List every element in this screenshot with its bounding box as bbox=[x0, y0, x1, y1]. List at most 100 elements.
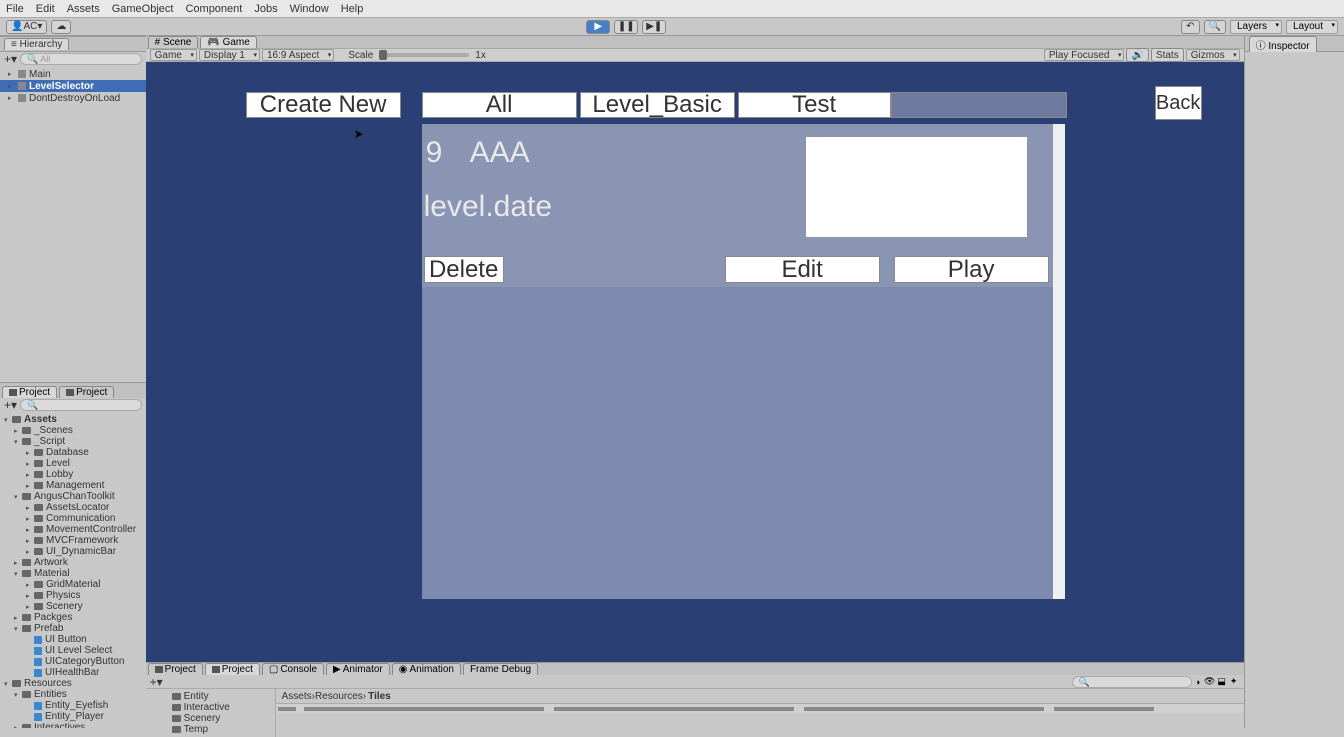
account-button[interactable]: 👤 AC ▾ bbox=[6, 20, 47, 34]
stats-button[interactable]: Stats bbox=[1151, 48, 1184, 62]
back-button[interactable]: Back bbox=[1155, 86, 1202, 120]
menu-component[interactable]: Component bbox=[185, 3, 242, 15]
tree-row[interactable]: UICategoryButton bbox=[0, 656, 146, 667]
tree-row[interactable]: ▸Artwork bbox=[0, 557, 146, 568]
hierarchy-search-input[interactable]: 🔍 All bbox=[20, 53, 142, 65]
menu-assets[interactable]: Assets bbox=[67, 3, 100, 15]
tree-row[interactable]: ▸Scenery bbox=[0, 601, 146, 612]
cloud-button[interactable]: ☁ bbox=[51, 20, 71, 34]
hierarchy-tab[interactable]: ≡ Hierarchy bbox=[4, 38, 69, 50]
project-tab-bottom-2[interactable]: Project bbox=[205, 663, 260, 675]
filter-all-tab[interactable]: All bbox=[422, 92, 577, 118]
tree-row[interactable]: ▸UI_DynamicBar bbox=[0, 546, 146, 557]
tree-row[interactable]: ▾Material bbox=[0, 568, 146, 579]
tree-row[interactable]: ▸Lobby bbox=[0, 469, 146, 480]
tree-row[interactable]: Temp bbox=[146, 724, 275, 735]
play-button[interactable]: ▶ bbox=[586, 20, 610, 34]
aspect-dropdown[interactable]: 16:9 Aspect bbox=[262, 49, 334, 61]
delete-level-button[interactable]: Delete bbox=[424, 256, 504, 283]
animator-tab[interactable]: ▶ Animator bbox=[326, 663, 390, 675]
step-button[interactable]: ▶❚ bbox=[642, 20, 666, 34]
tree-row[interactable]: Scenery bbox=[146, 713, 275, 724]
bottom-search-input[interactable]: 🔍 bbox=[1072, 676, 1192, 688]
level-list-scrollbar[interactable] bbox=[1053, 124, 1065, 599]
tree-row[interactable]: ▸GridMaterial bbox=[0, 579, 146, 590]
mouse-cursor-icon: ➤ bbox=[354, 127, 364, 141]
inspector-tab[interactable]: ⓘ Inspector bbox=[1249, 36, 1317, 52]
gizmos-dropdown[interactable]: Gizmos bbox=[1186, 49, 1240, 61]
tree-row[interactable]: ▸Level bbox=[0, 458, 146, 469]
scale-slider[interactable] bbox=[379, 53, 469, 57]
renderer-dropdown[interactable]: Game bbox=[150, 49, 197, 61]
tree-row[interactable]: Entity_Player bbox=[0, 711, 146, 722]
tree-row[interactable]: ▾AngusChanToolkit bbox=[0, 491, 146, 502]
project-add-button[interactable]: +▾ bbox=[4, 398, 20, 412]
hierarchy-item[interactable]: Main bbox=[0, 68, 146, 80]
project-tree: ▾Assets ▸_Scenes▾_Script▸Database▸Level▸… bbox=[0, 412, 146, 728]
asset-scrubber[interactable] bbox=[276, 703, 1244, 713]
bottom-filter-icon[interactable]: ◑ bbox=[1192, 676, 1204, 688]
console-tab[interactable]: ▢ Console bbox=[262, 663, 324, 675]
display-dropdown[interactable]: Display 1 bbox=[199, 49, 260, 61]
layout-dropdown[interactable]: Layout bbox=[1286, 20, 1338, 34]
animation-tab[interactable]: ◉ Animation bbox=[392, 663, 461, 675]
filter-basic-tab[interactable]: Level_Basic bbox=[580, 92, 735, 118]
tree-row[interactable]: ▸MVCFramework bbox=[0, 535, 146, 546]
menu-jobs[interactable]: Jobs bbox=[254, 3, 277, 15]
tree-row[interactable]: UI Button bbox=[0, 634, 146, 645]
search-button[interactable]: 🔍 bbox=[1204, 20, 1226, 34]
layers-dropdown[interactable]: Layers bbox=[1230, 20, 1282, 34]
game-view: Create New All Level_Basic Test Back 9 A… bbox=[146, 62, 1244, 662]
tree-row[interactable]: ▾_Script bbox=[0, 436, 146, 447]
tree-row[interactable]: ▸Database bbox=[0, 447, 146, 458]
tree-row[interactable]: ▸Management bbox=[0, 480, 146, 491]
tree-row[interactable]: ▸Packges bbox=[0, 612, 146, 623]
tree-row[interactable]: ▾Entities bbox=[0, 689, 146, 700]
tree-row[interactable]: UI Level Select bbox=[0, 645, 146, 656]
tree-row[interactable]: ▸Physics bbox=[0, 590, 146, 601]
menu-edit[interactable]: Edit bbox=[36, 3, 55, 15]
project-search-input[interactable]: 🔍 bbox=[20, 399, 142, 411]
tree-row[interactable]: ▸Communication bbox=[0, 513, 146, 524]
bottom-star-icon[interactable]: ✦ bbox=[1228, 676, 1240, 688]
tree-row[interactable]: ▸_Scenes bbox=[0, 425, 146, 436]
hierarchy-add-button[interactable]: +▾ bbox=[4, 52, 20, 66]
pause-button[interactable]: ❚❚ bbox=[614, 20, 638, 34]
tree-row[interactable]: ▸MovementController bbox=[0, 524, 146, 535]
menu-gameobject[interactable]: GameObject bbox=[112, 3, 174, 15]
project-tab[interactable]: Project bbox=[59, 386, 114, 398]
scene-tab[interactable]: # Scene bbox=[148, 36, 199, 48]
tree-row[interactable]: ▾Resources bbox=[0, 678, 146, 689]
tree-row[interactable]: ▸AssetsLocator bbox=[0, 502, 146, 513]
tree-root[interactable]: ▾Assets bbox=[0, 414, 146, 425]
mute-button[interactable]: 🔊 bbox=[1126, 48, 1148, 62]
hierarchy-item[interactable]: DontDestroyOnLoad bbox=[0, 92, 146, 104]
play-level-button[interactable]: Play bbox=[894, 256, 1049, 283]
tree-row[interactable]: UIHealthBar bbox=[0, 667, 146, 678]
project-tab[interactable]: Project bbox=[2, 386, 57, 398]
project-tabs-upper: Project Project bbox=[0, 382, 146, 398]
project-tab-bottom[interactable]: Project bbox=[148, 663, 203, 675]
filter-test-tab[interactable]: Test bbox=[738, 92, 891, 118]
menu-help[interactable]: Help bbox=[341, 3, 364, 15]
menu-window[interactable]: Window bbox=[290, 3, 329, 15]
tree-row[interactable]: ▾Prefab bbox=[0, 623, 146, 634]
tree-row[interactable]: ▸Interactives bbox=[0, 722, 146, 728]
hierarchy-item[interactable]: LevelSelector bbox=[0, 80, 146, 92]
create-new-button[interactable]: Create New bbox=[246, 92, 401, 118]
game-tab[interactable]: 🎮 Game bbox=[200, 36, 256, 48]
tree-row[interactable]: Entity_Eyefish bbox=[0, 700, 146, 711]
filter-empty-tab[interactable] bbox=[891, 92, 1067, 118]
framedebug-tab[interactable]: Frame Debug bbox=[463, 663, 538, 675]
tree-row[interactable]: Entity bbox=[146, 691, 275, 702]
level-date: level.date bbox=[424, 190, 552, 224]
breadcrumb[interactable]: Assets › Resources › Tiles bbox=[276, 689, 1244, 703]
bottom-save-icon[interactable]: ⬓ bbox=[1216, 676, 1228, 688]
menu-file[interactable]: File bbox=[6, 3, 24, 15]
edit-level-button[interactable]: Edit bbox=[725, 256, 880, 283]
bottom-add-button[interactable]: +▾ bbox=[150, 675, 166, 689]
undo-history-button[interactable]: ↶ bbox=[1181, 20, 1199, 34]
tree-row[interactable]: Interactive bbox=[146, 702, 275, 713]
play-focused-dropdown[interactable]: Play Focused bbox=[1044, 49, 1125, 61]
bottom-visibility-icon[interactable]: 👁 bbox=[1204, 676, 1216, 688]
